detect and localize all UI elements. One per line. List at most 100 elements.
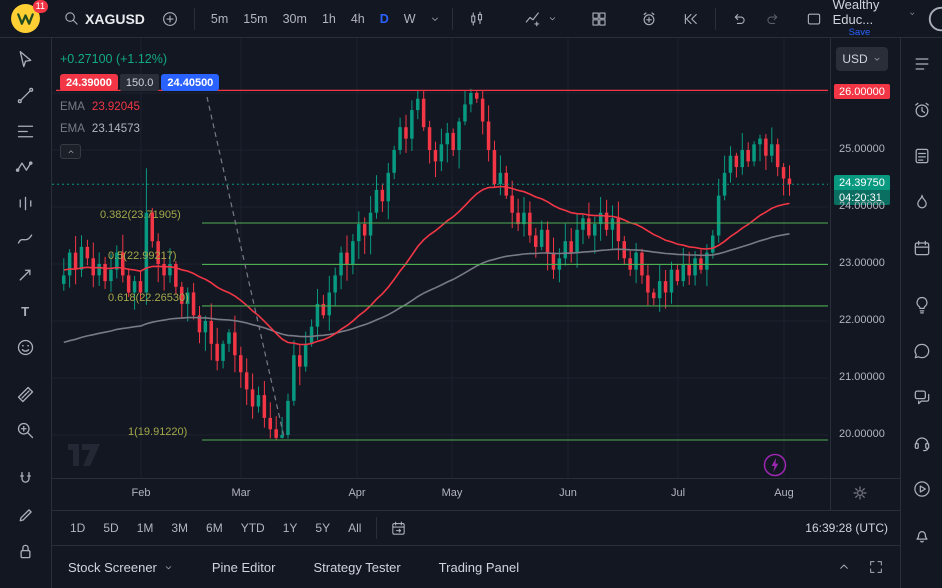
emoji-tool-button[interactable]: [9, 334, 43, 360]
range-1m[interactable]: 1M: [129, 518, 162, 538]
range-ytd[interactable]: YTD: [233, 518, 273, 538]
conversations-button[interactable]: [907, 383, 937, 411]
tutorials-button[interactable]: [907, 475, 937, 503]
legend-collapse-button[interactable]: [60, 144, 81, 159]
broker-logo[interactable]: 11: [10, 3, 41, 34]
timeframe-5m[interactable]: 5m: [204, 8, 235, 30]
redo-button[interactable]: [758, 6, 787, 31]
chevron-up-icon: [66, 147, 76, 157]
lock-drawings-button[interactable]: [9, 538, 43, 564]
timeframe-15m[interactable]: 15m: [236, 8, 274, 30]
layout-name: Wealthy Educ...: [833, 0, 903, 28]
indicators-button[interactable]: [518, 6, 564, 32]
range-all[interactable]: All: [340, 518, 369, 538]
xabcd-pattern-icon: [15, 157, 36, 178]
bottom-toolbar: 1D5D1M3M6MYTD1Y5YAll 16:39:28 (UTC): [52, 510, 900, 545]
bar-replay-button[interactable]: [676, 6, 706, 32]
timeframe-4h[interactable]: 4h: [344, 8, 372, 30]
timeframe-W[interactable]: W: [397, 8, 423, 30]
support-button[interactable]: [907, 429, 937, 457]
indicator-row[interactable]: EMA 23.92045: [60, 101, 219, 113]
alert-price-badge[interactable]: 26.00000: [834, 84, 890, 99]
alarm-clock-icon: [912, 100, 932, 120]
time-axis-label: Jul: [663, 487, 693, 499]
chat-cloud-icon: [912, 341, 932, 361]
undo-button[interactable]: [725, 6, 754, 31]
lock-icon: [15, 541, 36, 562]
notifications-button[interactable]: [907, 521, 937, 549]
tab-stock-screener[interactable]: Stock Screener: [68, 560, 174, 575]
calendar-button[interactable]: [907, 234, 937, 262]
prediction-tool-button[interactable]: [9, 190, 43, 216]
notification-badge: 11: [33, 0, 48, 13]
watchlist-button[interactable]: [907, 50, 937, 78]
chart-style-button[interactable]: [462, 6, 492, 32]
trend-line-tool-button[interactable]: [9, 82, 43, 108]
text-tool-button[interactable]: T: [9, 298, 43, 324]
smiley-icon: [15, 337, 36, 358]
time-axis[interactable]: FebMarAprMayJunJulAug: [52, 478, 900, 510]
time-axis-label: Apr: [342, 487, 372, 499]
range-5d[interactable]: 5D: [95, 518, 126, 538]
chat-button[interactable]: [907, 337, 937, 365]
indicator-name: EMA: [60, 123, 85, 135]
range-6m[interactable]: 6M: [198, 518, 231, 538]
tab-pine-editor[interactable]: Pine Editor: [212, 560, 276, 575]
zoom-in-tool-button[interactable]: [9, 417, 43, 443]
alert-clock-icon: [640, 10, 658, 28]
pencil-icon: [15, 505, 36, 526]
range-1d[interactable]: 1D: [62, 518, 93, 538]
symbol-name: XAGUSD: [85, 11, 145, 27]
candles-icon: [468, 10, 486, 28]
compare-add-symbol-button[interactable]: [155, 6, 185, 32]
price-axis[interactable]: 26.00000 24.39750 04:20:31 25.0000024.00…: [830, 38, 900, 510]
save-layout-button[interactable]: [799, 6, 829, 32]
arrow-tool-button[interactable]: [9, 262, 43, 288]
range-1y[interactable]: 1Y: [275, 518, 306, 538]
headset-icon: [912, 433, 932, 453]
autosave-label: Save: [849, 28, 916, 39]
tab-strategy-tester[interactable]: Strategy Tester: [313, 560, 400, 575]
timeframe-30m[interactable]: 30m: [276, 8, 314, 30]
price-axis-label: 23.00000: [839, 257, 885, 269]
alerts-button[interactable]: [907, 96, 937, 124]
measure-tool-button[interactable]: [9, 381, 43, 407]
timeframe-1h[interactable]: 1h: [315, 8, 343, 30]
pattern-tool-button[interactable]: [9, 154, 43, 180]
go-to-date-button[interactable]: [384, 516, 413, 541]
create-alert-button[interactable]: [634, 6, 664, 32]
multichart-layout-button[interactable]: [584, 6, 614, 32]
tab-trading-panel[interactable]: Trading Panel: [439, 560, 519, 575]
symbol-search-button[interactable]: XAGUSD: [57, 6, 151, 31]
footer-panel: Stock Screener Pine Editor Strategy Tester…: [52, 545, 900, 588]
maximize-panel-button[interactable]: [868, 559, 884, 575]
brush-tool-button[interactable]: [9, 226, 43, 252]
indicator-row[interactable]: EMA 23.14573: [60, 123, 219, 135]
ideas-button[interactable]: [907, 291, 937, 319]
layout-name-menu[interactable]: Wealthy Educ... Save: [833, 0, 916, 39]
panel-open-button[interactable]: [836, 559, 852, 575]
range-3m[interactable]: 3M: [163, 518, 196, 538]
chevron-down-icon: [908, 8, 916, 19]
spread-label: 150.0: [120, 74, 160, 91]
range-5y[interactable]: 5Y: [307, 518, 338, 538]
account-menu-button[interactable]: [926, 4, 942, 34]
fib-retracement-tool-button[interactable]: [9, 118, 43, 144]
top-toolbar: 11 XAGUSD 5m15m30m1h4hDW: [0, 0, 942, 38]
timeframe-menu-button[interactable]: [427, 9, 443, 29]
hotlists-button[interactable]: [907, 188, 937, 216]
quick-alert-button[interactable]: [763, 453, 787, 477]
cursor-tool-button[interactable]: [9, 46, 43, 72]
buy-button[interactable]: 24.40500: [161, 74, 219, 91]
time-axis-label: Mar: [226, 487, 256, 499]
magnet-mode-button[interactable]: [9, 466, 43, 492]
sell-button[interactable]: 24.39000: [60, 74, 118, 91]
price-axis-label: 20.00000: [839, 428, 885, 440]
timeframe-D[interactable]: D: [373, 8, 396, 30]
current-price-label: 24.39750: [834, 175, 890, 190]
news-button[interactable]: [907, 142, 937, 170]
chart-area[interactable]: 0.382(23.71905)0.5(22.99217)0.618(22.265…: [52, 38, 900, 510]
magnet-icon: [15, 469, 36, 490]
utc-clock[interactable]: 16:39:28 (UTC): [805, 521, 890, 535]
drawing-mode-button[interactable]: [9, 502, 43, 528]
